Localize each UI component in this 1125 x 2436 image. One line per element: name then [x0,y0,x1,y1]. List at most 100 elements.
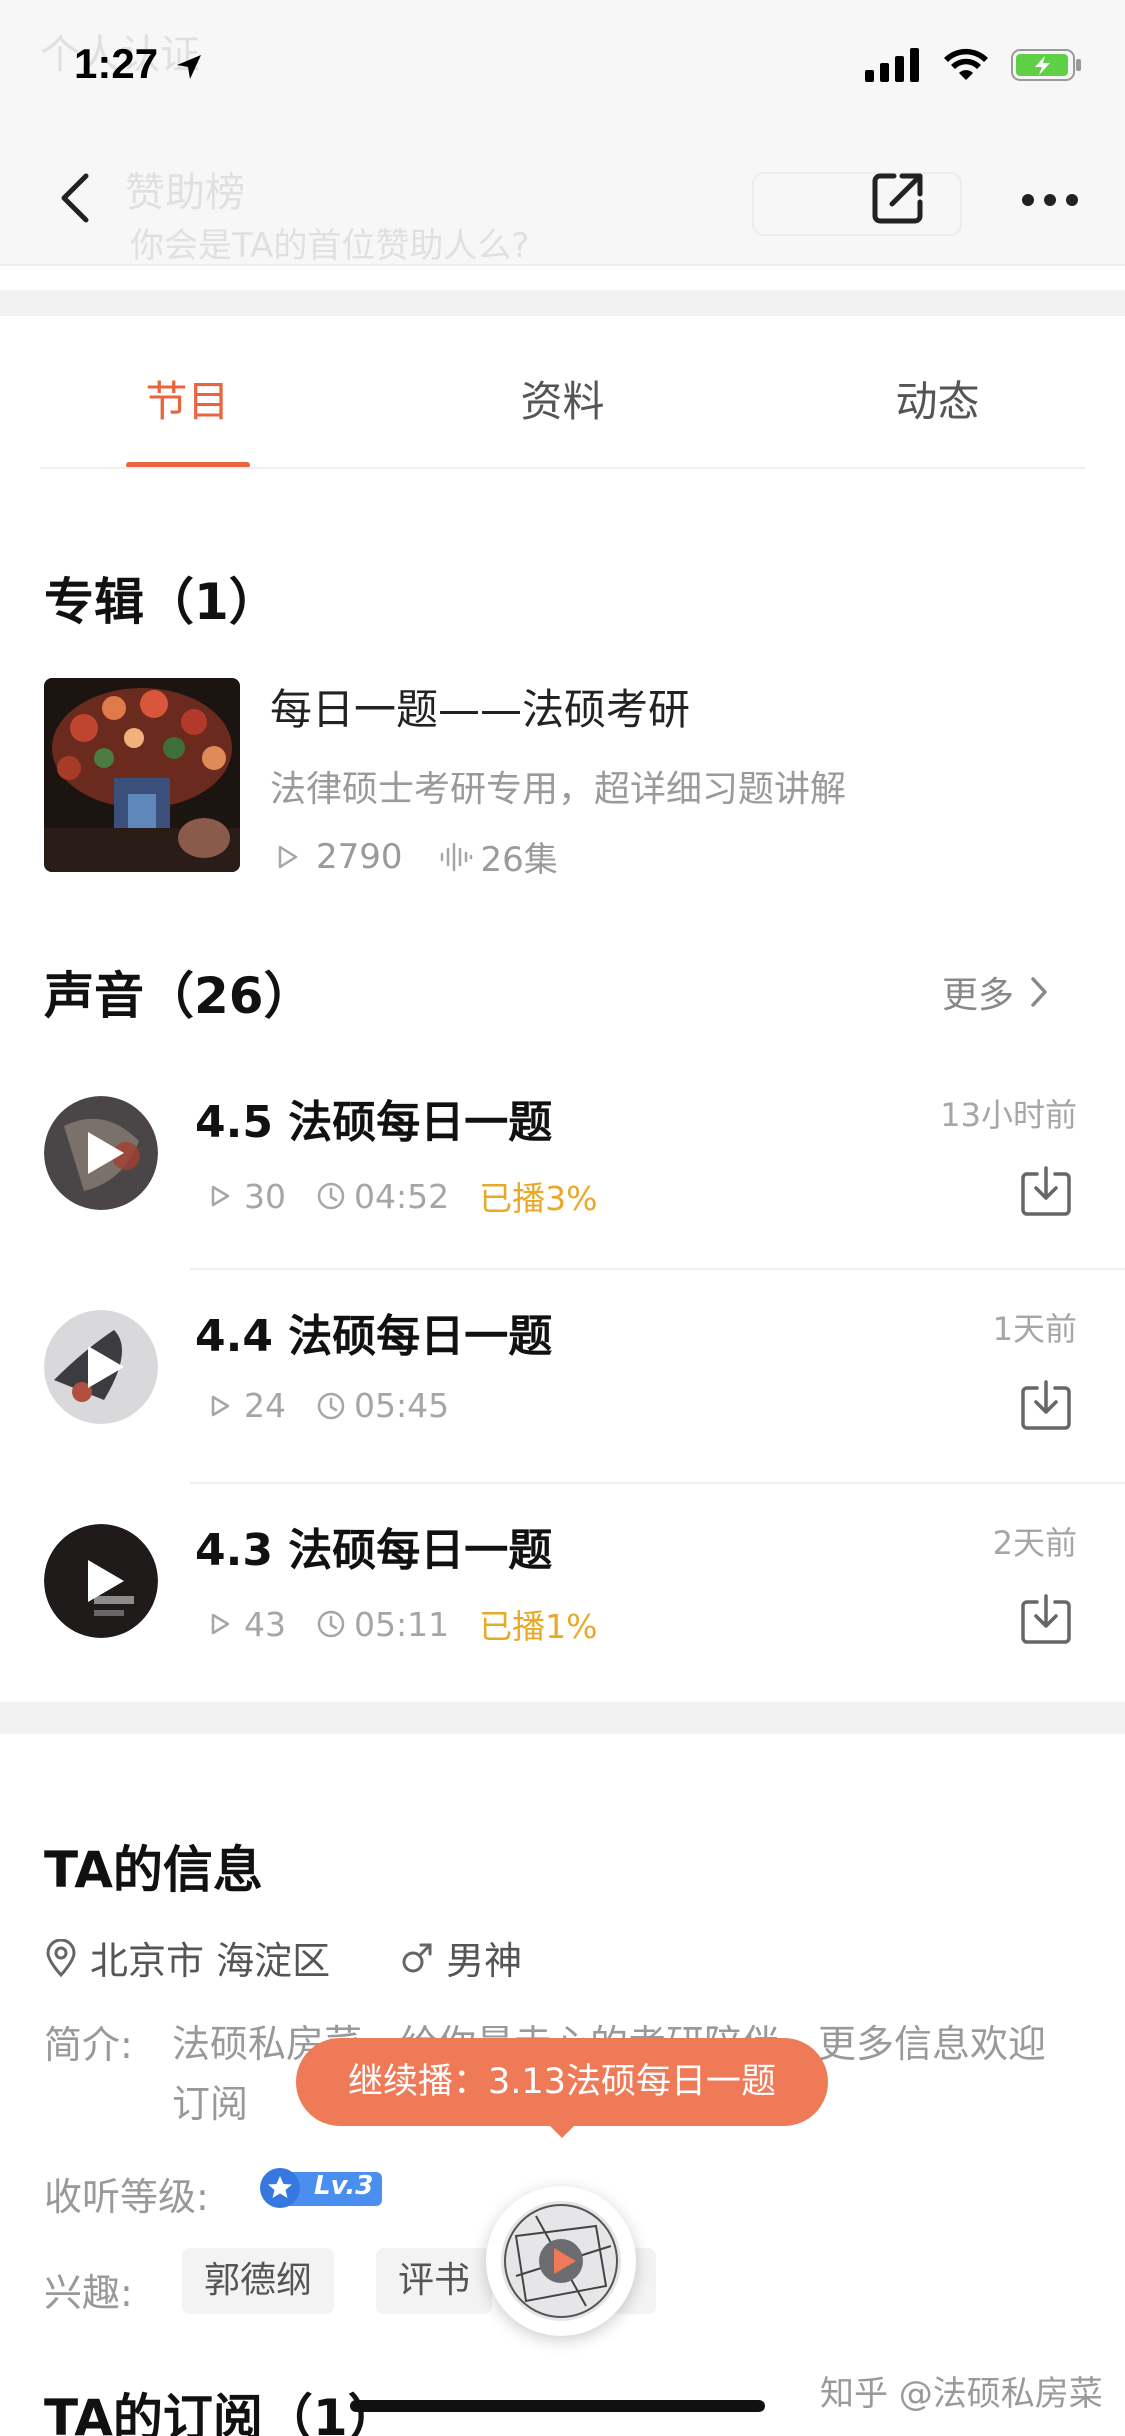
status-icons [865,48,1083,82]
track-duration-text: 05:11 [354,1604,450,1644]
tab-profile[interactable]: 资料 [375,316,750,468]
track-item[interactable]: 4.5 法硕每日一题 30 04:52 已播3% 13小时前 [0,1056,1125,1270]
level-text: Lv.3 [314,2171,374,2201]
location-arrow-icon [176,54,201,79]
clock-icon [317,1392,345,1419]
mini-player-button[interactable] [486,2186,636,2336]
clock-icon [317,1182,345,1210]
track-item[interactable]: 4.3 法硕每日一题 43 05:11 已播1% 2天前 [0,1484,1125,1698]
battery-icon [1011,49,1081,81]
info-location-gender: 北京市 海淀区 男神 [44,1930,522,1985]
track-progress: 已播1% [479,1607,598,1646]
track-timestamp: 2天前 [992,1524,1077,1562]
resume-playback-toast[interactable]: 继续播：3.13法硕每日一题 [296,2038,828,2126]
album-description: 法律硕士考研专用，超详细习题讲解 [270,769,847,810]
play-count-icon [278,845,298,868]
track-cover[interactable] [44,1310,158,1424]
tab-programs[interactable]: 节目 [0,316,375,468]
track-meta: 30 04:52 已播3% [206,1172,627,1220]
male-gender-icon [402,1943,432,1972]
subscriptions-section-title: TA的订阅（1） [44,2389,398,2436]
download-icon [1021,1594,1071,1644]
play-cover-icon [44,1310,158,1424]
track-duration-text: 04:52 [354,1176,450,1216]
play-disc-icon [501,2201,621,2321]
tab-activity[interactable]: 动态 [750,316,1125,468]
back-button[interactable] [52,168,102,228]
home-indicator[interactable] [350,2400,765,2412]
more-options-button[interactable] [1020,180,1080,220]
download-icon [1021,1380,1071,1430]
tabs-divider [40,467,1085,469]
sounds-more-link[interactable]: 更多 [942,966,1050,1018]
more-link-label: 更多 [942,975,1015,1016]
track-meta: 24 05:45 [206,1386,479,1425]
chevron-left-icon [61,173,89,223]
interest-chip[interactable]: 郭德纲 [182,2248,335,2314]
track-duration: 04:52 [316,1177,449,1216]
track-play-count: 30 [244,1176,286,1216]
album-meta: 2790 26集 [272,832,594,881]
play-cover-icon [44,1524,158,1638]
album-title[interactable]: 每日一题——法硕考研 [270,676,690,737]
album-play-count: 2790 [316,836,403,877]
status-time-text: 1:27 [74,40,159,87]
track-meta: 43 05:11 已播1% [206,1600,627,1648]
play-cover-icon [44,1096,158,1210]
watermark-text: 知乎 @法硕私房菜 [820,2374,1103,2414]
track-timestamp: 1天前 [992,1310,1077,1348]
albums-section-title: 专辑（1） [44,573,279,631]
status-time: 1:27 [74,40,204,88]
download-button[interactable] [1019,1164,1073,1218]
clock-icon [317,1610,345,1638]
more-dots-icon [1022,194,1078,206]
ghost-sponsor-title: 赞助榜 [125,170,245,216]
download-icon [1021,1166,1071,1216]
track-title[interactable]: 4.4 法硕每日一题 [195,1300,552,1364]
track-timestamp: 13小时前 [940,1096,1077,1134]
sounds-section-title: 声音（26） [44,967,314,1025]
wifi-icon [944,48,988,80]
album-cover[interactable] [44,678,240,872]
ghost-sponsor-subtitle: 你会是TA的首位赞助人么? [130,226,530,266]
play-count-icon [211,1185,230,1207]
download-button[interactable] [1019,1378,1073,1432]
gender-text: 男神 [446,1939,523,1983]
intro-label: 简介: [44,2023,133,2067]
ghost-chip [752,172,962,236]
location-pin-icon [46,1938,76,1977]
track-title[interactable]: 4.5 法硕每日一题 [195,1086,552,1150]
album-cover-image [44,678,240,872]
track-duration: 05:11 [316,1605,449,1644]
track-play-count: 24 [244,1386,286,1425]
track-duration-text: 05:45 [354,1386,450,1425]
album-episode-count: 26集 [480,840,558,880]
waveform-icon [440,842,472,871]
share-out-icon [872,173,923,224]
top-header: 个人认证 赞助榜 你会是TA的首位赞助人么? 1:27 [0,0,1125,266]
toast-pointer [548,2124,576,2138]
listening-level-label: 收听等级: [44,2175,209,2219]
info-section-title: TA的信息 [44,1841,263,1899]
section-divider [0,1702,1125,1734]
track-title[interactable]: 4.3 法硕每日一题 [195,1514,552,1578]
level-badge: Lv.3 [258,2166,384,2210]
share-button[interactable] [870,170,926,226]
track-progress: 已播3% [479,1179,598,1218]
interest-chip[interactable]: 评书 [376,2248,493,2314]
track-cover[interactable] [44,1524,158,1638]
play-count-icon [211,1613,230,1635]
track-play-count: 43 [244,1604,286,1644]
track-plays: 30 [206,1177,286,1216]
track-plays: 43 [206,1605,286,1644]
play-count-icon [211,1395,230,1416]
section-divider [0,290,1125,316]
interests-label: 兴趣: [44,2271,133,2315]
profile-tabs: 节目 资料 动态 [0,316,1125,468]
track-plays: 24 [206,1386,286,1425]
track-cover[interactable] [44,1096,158,1210]
download-button[interactable] [1019,1592,1073,1646]
signal-icon [865,48,919,82]
track-item[interactable]: 4.4 法硕每日一题 24 05:45 1天前 [0,1270,1125,1484]
location-text: 北京市 海淀区 [90,1939,331,1983]
